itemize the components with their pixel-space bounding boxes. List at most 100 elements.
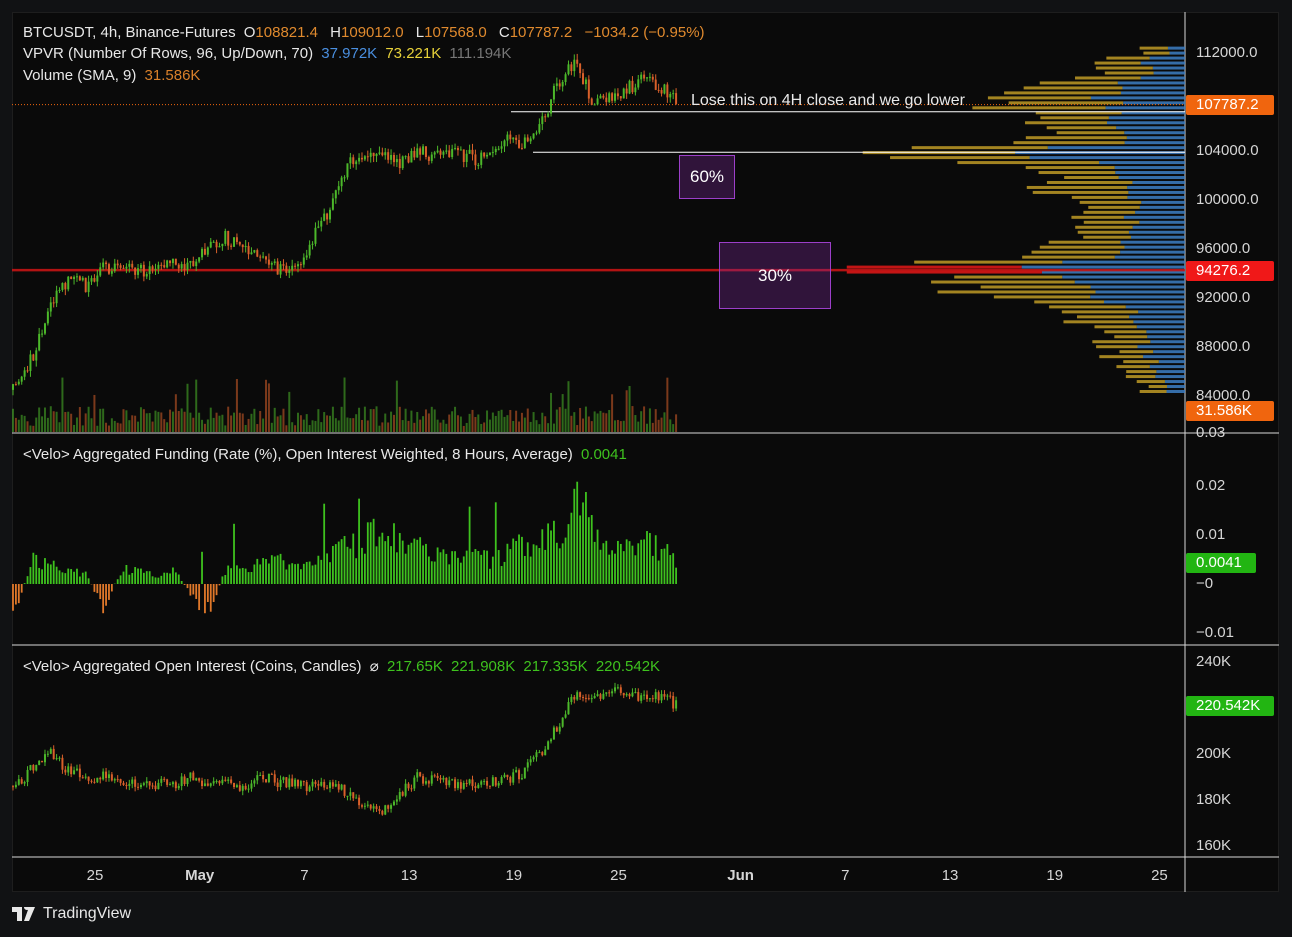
volume-bar xyxy=(468,413,471,432)
price-candle xyxy=(209,241,212,248)
oi-candle xyxy=(87,776,90,781)
volume-bar xyxy=(599,410,602,432)
vpvr-up-bar xyxy=(1074,280,1185,284)
oi-candle xyxy=(387,805,390,809)
funding-bar xyxy=(538,548,541,584)
chart-canvas[interactable] xyxy=(0,0,1292,937)
vpvr-down-bar xyxy=(937,290,1096,294)
funding-bar xyxy=(384,541,387,584)
price-candle xyxy=(160,264,163,266)
funding-bar xyxy=(622,551,625,584)
oi-candle xyxy=(110,774,113,781)
oi-candle xyxy=(253,780,256,784)
price-candle xyxy=(628,80,631,94)
price-candle xyxy=(462,149,465,162)
vpvr-down-bar xyxy=(1096,345,1138,349)
oi-candle xyxy=(32,765,35,771)
funding-bar xyxy=(483,550,486,584)
price-candle xyxy=(465,153,468,162)
oi-candle xyxy=(273,774,276,783)
funding-bar xyxy=(669,555,672,584)
volume-bar xyxy=(308,425,311,432)
price-candle xyxy=(442,151,445,155)
funding-bar xyxy=(131,572,134,584)
oi-candle xyxy=(631,692,634,697)
oi-candle xyxy=(529,759,532,763)
price-candle xyxy=(395,158,398,163)
price-candle xyxy=(230,245,233,247)
vpvr-up-bar xyxy=(1105,106,1185,110)
vpvr-up-bar xyxy=(1090,285,1185,289)
oi-close-value: 220.542K xyxy=(595,658,661,675)
low-label: L xyxy=(415,24,425,41)
vpvr-down-bar xyxy=(1139,46,1168,50)
volume-bar xyxy=(550,392,553,432)
price-candle xyxy=(256,250,259,257)
vpvr-up-bar xyxy=(1062,275,1185,279)
price-candle xyxy=(433,152,436,155)
price-candle xyxy=(52,302,55,304)
funding-label[interactable]: <Velo> Aggregated Funding (Rate (%), Ope… xyxy=(23,446,573,463)
price-candle xyxy=(154,268,157,270)
tradingview-logo[interactable]: TradingView xyxy=(12,905,131,923)
funding-bar xyxy=(326,553,328,584)
funding-bar xyxy=(436,547,439,584)
price-candle xyxy=(90,278,93,282)
price-candle xyxy=(189,260,192,263)
funding-bar xyxy=(619,543,622,584)
price-candle xyxy=(32,354,35,361)
oi-candle xyxy=(291,778,294,787)
annotation-box-30[interactable]: 30% xyxy=(719,242,831,309)
price-candle xyxy=(64,283,67,290)
price-candle xyxy=(145,274,148,277)
vpvr-legend: VPVR (Number Of Rows, 96, Up/Down, 70) 3… xyxy=(23,45,515,62)
vpvr-down-bar xyxy=(846,265,1022,269)
funding-bar xyxy=(137,568,139,584)
volume-bar xyxy=(171,411,174,432)
volume-bar xyxy=(241,413,244,432)
oi-candle xyxy=(23,781,26,784)
vpvr-label[interactable]: VPVR (Number Of Rows, 96, Up/Down, 70) xyxy=(23,45,313,62)
oi-candle xyxy=(454,779,457,789)
oi-candle xyxy=(212,781,215,784)
oi-candle xyxy=(541,752,544,756)
volume-legend: Volume (SMA, 9) 31.586K xyxy=(23,67,204,84)
volume-bar xyxy=(110,418,113,432)
annotation-box-60[interactable]: 60% xyxy=(679,155,735,199)
vpvr-up-bar xyxy=(1139,220,1185,224)
funding-bar xyxy=(300,569,302,584)
price-candle xyxy=(541,116,544,125)
volume-bar xyxy=(500,409,503,432)
funding-bar xyxy=(390,546,392,584)
price-candle xyxy=(648,76,651,78)
annotation-note[interactable]: Lose this on 4H close and we go lower xyxy=(691,92,965,110)
oi-candle xyxy=(651,698,654,700)
funding-bar xyxy=(52,560,55,584)
oi-label[interactable]: <Velo> Aggregated Open Interest (Coins, … xyxy=(23,658,362,675)
oi-candle xyxy=(375,806,378,810)
oi-candle xyxy=(468,779,471,784)
oi-candle xyxy=(512,772,515,783)
symbol-label[interactable]: BTCUSDT, 4h, Binance-Futures xyxy=(23,24,236,41)
price-candle xyxy=(384,152,387,156)
volume-bar xyxy=(407,420,410,432)
vpvr-down-bar xyxy=(1139,389,1167,393)
oi-candle xyxy=(134,779,137,787)
vpvr-down-bar xyxy=(931,280,1075,284)
oi-candle xyxy=(576,692,579,700)
oi-candle xyxy=(666,695,669,697)
funding-bar xyxy=(73,571,75,584)
price-candle xyxy=(451,148,454,157)
volume-bar xyxy=(424,409,427,432)
vpvr-up-bar xyxy=(1099,161,1185,165)
volume-label[interactable]: Volume (SMA, 9) xyxy=(23,67,136,84)
price-candle xyxy=(375,153,378,157)
volume-bar xyxy=(666,377,669,432)
oi-candle xyxy=(430,775,433,784)
funding-bar xyxy=(614,553,616,584)
funding-bar xyxy=(172,567,174,584)
volume-bar xyxy=(230,415,233,432)
funding-bar xyxy=(459,562,462,584)
funding-bar xyxy=(587,517,590,584)
funding-bar xyxy=(174,572,177,584)
